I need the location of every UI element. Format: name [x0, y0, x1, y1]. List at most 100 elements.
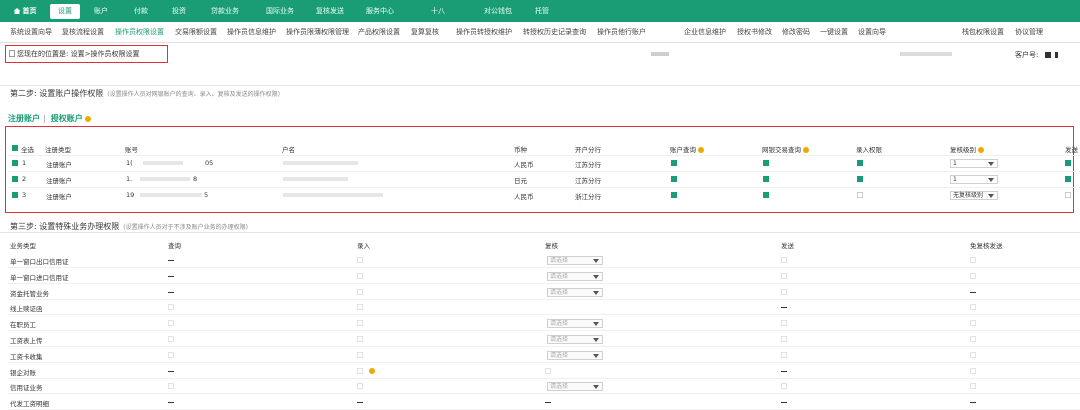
send-checkbox[interactable]	[781, 320, 787, 327]
ebank-checkbox[interactable]	[763, 160, 769, 166]
subnav-authorization[interactable]: 授权书修改	[737, 22, 772, 42]
entry-checkbox[interactable]	[857, 192, 863, 198]
nav-settings[interactable]: 设置	[50, 4, 80, 19]
free-checkbox[interactable]	[970, 383, 976, 390]
subnav-operator-limit[interactable]: 操作员限薄权限管理	[286, 22, 349, 42]
free-checkbox[interactable]	[970, 336, 976, 342]
nav-loan[interactable]: 贷款业务	[200, 0, 250, 22]
entry-checkbox[interactable]	[357, 288, 363, 295]
send-checkbox[interactable]	[781, 336, 787, 342]
nav-service[interactable]: 服务中心	[360, 0, 400, 22]
send-checkbox[interactable]	[781, 383, 787, 390]
entry-checkbox[interactable]	[357, 383, 363, 390]
review-select[interactable]: 请选择	[547, 287, 603, 297]
subnav-guide[interactable]: 设置向导	[858, 22, 886, 42]
entry-checkbox[interactable]	[357, 304, 363, 311]
subnav-company-info[interactable]: 企业信息维护	[684, 22, 726, 42]
broken-image-icon	[9, 50, 15, 57]
send-checkbox[interactable]	[1065, 176, 1071, 182]
biz-row-name: 银企对账	[10, 368, 36, 377]
send-checkbox[interactable]	[1065, 192, 1071, 198]
subnav-one-click[interactable]: 一键设置	[820, 22, 848, 42]
subnav-package-perm[interactable]: 栈包权限设置	[962, 22, 1004, 42]
review-level-select[interactable]: 无复核级别	[950, 191, 998, 200]
review-level-select[interactable]: 1	[950, 159, 998, 168]
entry-checkbox[interactable]	[357, 336, 363, 342]
row-checkbox[interactable]	[12, 160, 18, 166]
nav-invest[interactable]: 投资	[164, 0, 194, 22]
review-select[interactable]: 请选择	[547, 382, 603, 392]
entry-checkbox[interactable]	[857, 160, 863, 166]
nav-home[interactable]: 首页	[4, 0, 46, 22]
subnav-product-perm[interactable]: 产品权限设置	[358, 22, 400, 42]
help-icon[interactable]	[803, 147, 809, 153]
row-checkbox[interactable]	[12, 176, 18, 182]
query-checkbox[interactable]	[671, 160, 677, 166]
subnav-protocol[interactable]: 协议管理	[1015, 22, 1043, 42]
subnav-review-flow[interactable]: 复核流程设置	[62, 22, 104, 42]
review-select[interactable]: 请选择	[547, 256, 603, 265]
review-level-select[interactable]: 1	[950, 175, 998, 184]
redacted-mark	[651, 52, 669, 56]
query-checkbox[interactable]	[671, 192, 677, 198]
query-checkbox[interactable]	[168, 320, 174, 327]
entry-checkbox[interactable]	[357, 272, 363, 279]
subnav-limit[interactable]: 交易限额设置	[175, 22, 217, 42]
free-checkbox[interactable]	[970, 257, 976, 263]
subnav-operator-info[interactable]: 操作员信息维护	[227, 22, 276, 42]
entry-checkbox[interactable]	[357, 351, 363, 358]
select-all-checkbox[interactable]	[12, 145, 18, 151]
help-icon[interactable]	[978, 147, 984, 153]
help-icon[interactable]	[369, 367, 375, 374]
subnav-delegation[interactable]: 操作员转授权维护	[456, 22, 512, 42]
row-checkbox[interactable]	[12, 192, 18, 198]
review-select[interactable]: 请选择	[547, 335, 603, 344]
subnav-delegation-history[interactable]: 转授权历史记录查询	[523, 22, 586, 42]
help-icon[interactable]	[698, 147, 704, 153]
nav-intl[interactable]: 国际业务	[255, 0, 305, 22]
free-checkbox[interactable]	[970, 367, 976, 374]
nav-account[interactable]: 账户	[86, 0, 116, 22]
ebank-checkbox[interactable]	[763, 176, 769, 182]
nav-payment[interactable]: 付款	[126, 0, 156, 22]
biz-row-name: 信用证业务	[10, 384, 43, 393]
row-account-tail: 5	[204, 191, 209, 199]
free-checkbox[interactable]	[970, 320, 976, 327]
nav-custody[interactable]: 托管	[528, 0, 556, 22]
entry-checkbox[interactable]	[357, 257, 363, 263]
subnav-wizard[interactable]: 系统设置向导	[10, 22, 52, 42]
send-checkbox[interactable]	[781, 257, 787, 263]
tab-registered[interactable]: 注册账户	[8, 114, 40, 123]
ebank-checkbox[interactable]	[763, 192, 769, 198]
review-select[interactable]: 请选择	[547, 271, 603, 281]
send-checkbox[interactable]	[781, 272, 787, 279]
subnav-recheck[interactable]: 复算复核	[411, 22, 439, 42]
entry-checkbox[interactable]	[357, 320, 363, 327]
query-checkbox[interactable]	[168, 351, 174, 358]
tab-authorized[interactable]: 授权账户	[51, 114, 83, 123]
step2-title: 第二步: 设置账户操作权限 (设置操作人员对网银账户的查询、录入、复核及发送的操作…	[10, 89, 280, 98]
query-checkbox[interactable]	[168, 383, 174, 390]
nav-wallet[interactable]: 对公钱包	[478, 0, 518, 22]
send-checkbox[interactable]	[781, 288, 787, 295]
query-checkbox[interactable]	[671, 176, 677, 182]
help-icon[interactable]	[84, 116, 91, 122]
header-branch: 开户分行	[575, 146, 601, 154]
nav-misc[interactable]: 十八	[413, 0, 463, 22]
subnav-operator-perm[interactable]: 操作员权限设置	[115, 22, 164, 42]
entry-checkbox[interactable]	[357, 367, 363, 374]
review-select[interactable]: 请选择	[547, 350, 603, 360]
send-checkbox[interactable]	[1065, 160, 1071, 166]
subnav-password[interactable]: 修改密码	[782, 22, 810, 42]
send-checkbox[interactable]	[781, 351, 787, 358]
free-checkbox[interactable]	[970, 304, 976, 311]
free-checkbox[interactable]	[970, 351, 976, 358]
query-checkbox[interactable]	[168, 304, 174, 311]
nav-review-send[interactable]: 复核发送	[310, 0, 350, 22]
review-checkbox[interactable]	[545, 367, 551, 374]
entry-checkbox[interactable]	[857, 176, 863, 182]
review-select[interactable]: 请选择	[547, 319, 603, 329]
query-checkbox[interactable]	[168, 336, 174, 342]
subnav-other-bank[interactable]: 操作员他行账户	[597, 22, 646, 42]
free-checkbox[interactable]	[970, 272, 976, 279]
